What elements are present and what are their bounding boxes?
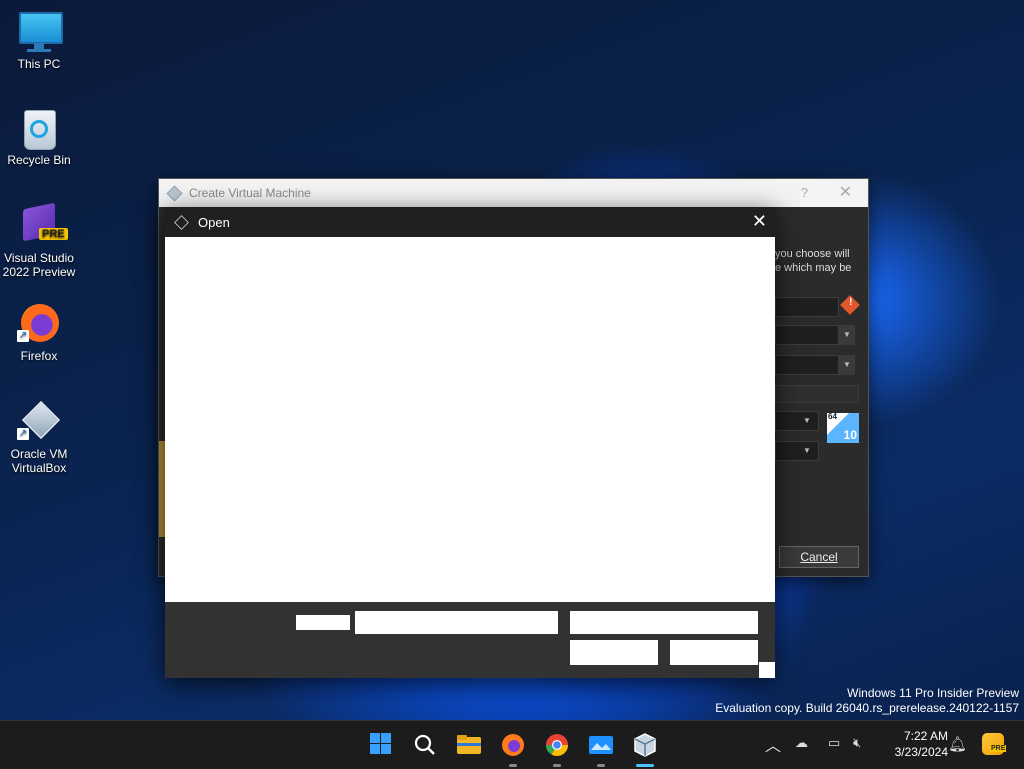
virtualbox-icon[interactable] xyxy=(630,730,660,760)
clock-date: 3/23/2024 xyxy=(894,745,948,759)
desktop-icon-virtualbox[interactable]: ↗ Oracle VM VirtualBox xyxy=(0,400,78,475)
open-dialog-title: Open xyxy=(198,214,230,230)
desktop-icon-label: 2022 Preview xyxy=(2,265,76,279)
desktop-icon-recycle-bin[interactable]: Recycle Bin xyxy=(0,106,78,167)
watermark-line: Evaluation copy. Build 26040.rs_prerelea… xyxy=(715,701,1019,715)
chevron-down-icon[interactable]: ▼ xyxy=(839,325,855,345)
description-line: e which may be xyxy=(775,262,852,274)
file-name-label xyxy=(296,615,350,630)
file-name-input[interactable] xyxy=(355,611,558,634)
os-version-label: 10 xyxy=(843,428,857,442)
desktop-icon-label: Visual Studio xyxy=(4,251,74,265)
desktop-icon-label: Recycle Bin xyxy=(7,153,71,167)
open-button[interactable] xyxy=(570,640,658,665)
start-button[interactable] xyxy=(368,730,398,760)
folder-field[interactable] xyxy=(775,325,839,345)
os-bits-label: 64 xyxy=(828,412,837,421)
volume-muted-icon[interactable]: 🔇︎ xyxy=(853,735,861,751)
cancel-button[interactable] xyxy=(670,640,758,665)
virtualbox-icon: ↗ xyxy=(17,400,61,444)
network-icon[interactable]: ▭ xyxy=(828,735,840,751)
desktop-icon-visual-studio[interactable]: PRE Visual Studio 2022 Preview xyxy=(0,202,78,279)
firefox-icon: ↗ xyxy=(17,302,61,346)
description-line: you choose will xyxy=(775,248,850,260)
close-button[interactable]: ✕ xyxy=(752,211,767,232)
description-text: you choose will e which may be xyxy=(775,247,851,275)
running-indicator xyxy=(597,764,605,767)
edition-field[interactable] xyxy=(775,385,859,403)
resize-grip[interactable] xyxy=(759,662,775,678)
desktop-icon-label: Oracle VM xyxy=(10,447,68,461)
taskbar: ︿ ☁ ▭ 🔇︎ 7:22 AM 3/23/2024 🔔︎ PRE xyxy=(0,720,1024,769)
chrome-icon[interactable] xyxy=(542,730,572,760)
create-vm-titlebar: Create Virtual Machine ? ✕ xyxy=(159,179,868,207)
warning-icon: ! xyxy=(840,295,860,315)
shortcut-arrow-icon: ↗ xyxy=(17,330,29,342)
chevron-down-icon[interactable]: ▼ xyxy=(839,355,855,375)
shortcut-arrow-icon: ↗ xyxy=(17,428,29,440)
clock-time: 7:22 AM xyxy=(903,729,948,743)
virtualbox-icon xyxy=(166,185,183,202)
search-icon[interactable] xyxy=(410,730,440,760)
windows-10-os-icon: 64 10 xyxy=(827,412,859,443)
file-explorer-icon[interactable] xyxy=(454,730,484,760)
running-indicator xyxy=(509,764,517,767)
name-field[interactable] xyxy=(775,297,839,317)
chevron-down-icon[interactable]: ▼ xyxy=(799,443,815,459)
file-type-select[interactable] xyxy=(570,611,758,634)
iso-field[interactable] xyxy=(775,355,839,375)
desktop-icon-this-pc[interactable]: This PC xyxy=(0,10,78,71)
active-indicator xyxy=(636,764,654,767)
cancel-button[interactable]: Cancel xyxy=(779,546,859,568)
file-browser-area[interactable] xyxy=(165,237,775,602)
create-vm-title: Create Virtual Machine xyxy=(189,186,311,200)
computer-icon xyxy=(17,10,63,54)
open-dialog-footer xyxy=(165,602,775,678)
desktop-icon-label: VirtualBox xyxy=(11,461,67,475)
help-button[interactable]: ? xyxy=(801,185,808,200)
desktop-icon-label: This PC xyxy=(17,57,61,71)
preview-badge: PRE xyxy=(39,228,68,240)
running-indicator xyxy=(553,764,561,767)
photos-icon[interactable] xyxy=(586,730,616,760)
notification-bell-icon[interactable]: 🔔︎ xyxy=(948,735,967,753)
evaluation-watermark: Windows 11 Pro Insider Preview Evaluatio… xyxy=(715,686,1019,716)
desktop-icon-label: Firefox xyxy=(20,349,58,363)
cloud-offline-icon[interactable]: ☁ xyxy=(795,735,808,751)
watermark-line: Windows 11 Pro Insider Preview xyxy=(847,686,1019,700)
clock[interactable]: 7:22 AM 3/23/2024 xyxy=(876,728,948,760)
virtualbox-icon xyxy=(174,214,189,230)
firefox-icon[interactable] xyxy=(498,730,528,760)
chevron-up-icon[interactable]: ︿ xyxy=(765,732,781,756)
open-file-dialog: Open ✕ xyxy=(165,207,775,678)
recycle-bin-icon xyxy=(17,106,61,150)
chevron-down-icon[interactable]: ▼ xyxy=(799,413,815,429)
open-dialog-titlebar: Open ✕ xyxy=(165,207,775,237)
desktop-icon-firefox[interactable]: ↗ Firefox xyxy=(0,302,78,363)
close-button[interactable]: ✕ xyxy=(839,182,852,202)
tray-pre-badge: PRE xyxy=(990,745,1007,752)
visual-studio-icon: PRE xyxy=(17,202,68,248)
insider-badge-icon[interactable]: PRE xyxy=(982,733,1007,755)
